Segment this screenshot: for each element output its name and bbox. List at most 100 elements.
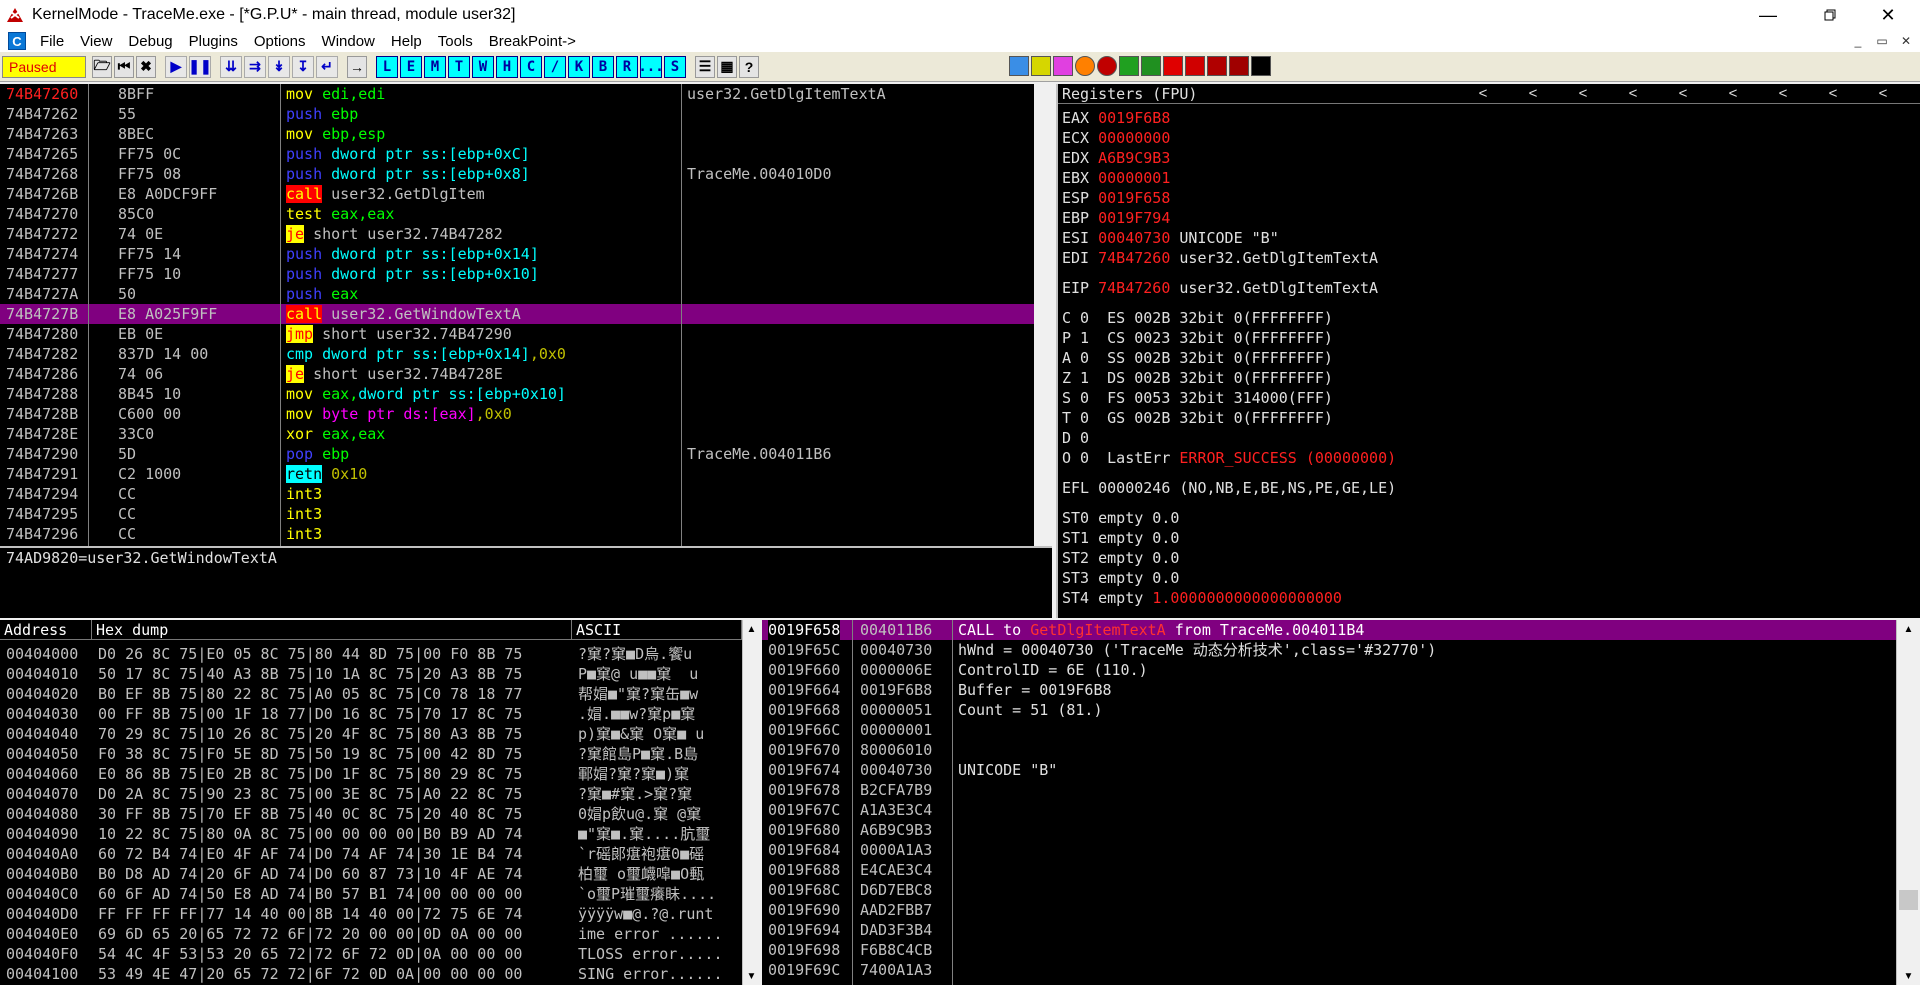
close-icon[interactable]: ✕ (1864, 0, 1912, 30)
stack-row[interactable]: 0019F678 B2CFA7B9 (762, 780, 1896, 800)
list-icon[interactable]: ☰ (695, 55, 715, 78)
stack-row[interactable]: 0019F688 E4CAE3C4 (762, 860, 1896, 880)
plugin-green-icon[interactable] (1119, 56, 1139, 76)
mdi-close-icon[interactable]: ✕ (1896, 32, 1916, 50)
plugin-love-icon[interactable] (1185, 56, 1205, 76)
plugin-calc-icon[interactable] (1141, 56, 1161, 76)
hex-dump-pane[interactable]: Address Hex dump ASCII 00404000 D0 26 8C … (0, 620, 742, 985)
disasm-row[interactable]: 74B47282 837D 14 00 cmp dword ptr ss:[ebp+… (0, 344, 1034, 364)
mdi-minimize-icon[interactable]: _ (1848, 32, 1868, 50)
disasm-row[interactable]: 74B47291 C2 1000 retn 0x10 (0, 464, 1034, 484)
register-value[interactable]: 0019F794 (1098, 209, 1170, 227)
disasm-row[interactable]: 74B47280 EB 0E jmp short user32.74B47290 (0, 324, 1034, 344)
run-trace-window-button[interactable]: ... (638, 55, 664, 78)
flag-row[interactable]: Z 1 DS 002B 32bit 0(FFFFFFFF) (1062, 368, 1912, 388)
dump-row[interactable]: 004040A0 60 72 B4 74|E0 4F AF 74|D0 74 AF… (0, 844, 742, 864)
stack-row[interactable]: 0019F65C 00040730 hWnd = 00040730 ('TraceM… (762, 640, 1896, 660)
rewind-icon[interactable]: ⏮ (114, 55, 134, 78)
dump-row[interactable]: 00404050 F0 38 8C 75|F0 5E 8D 75|50 19 8C… (0, 744, 742, 764)
close-process-icon[interactable]: ✖ (136, 55, 156, 78)
stack-scroll-thumb[interactable] (1899, 890, 1918, 910)
register-row[interactable]: ECX 00000000 (1062, 128, 1912, 148)
flag-row[interactable]: D 0 (1062, 428, 1912, 448)
plugin-decode-icon[interactable] (1229, 56, 1249, 76)
menu-breakpoint[interactable]: BreakPoint-> (481, 33, 584, 50)
plugin-yellow-icon[interactable] (1031, 56, 1051, 76)
disasm-row[interactable]: 74B47270 85C0 test eax,eax (0, 204, 1034, 224)
flag-row[interactable]: S 0 FS 0053 32bit 314000(FFF) (1062, 388, 1912, 408)
dump-row[interactable]: 00404060 E0 86 8B 75|E0 2B 8C 75|D0 1F 8C… (0, 764, 742, 784)
disasm-row[interactable]: 74B47265 FF75 0C push dword ptr ss:[ebp+0x… (0, 144, 1034, 164)
register-nav-arrow-icon[interactable]: < (1608, 84, 1658, 104)
grid-icon[interactable]: ▦ (717, 55, 737, 78)
efl-row[interactable]: EFL 00000246 (NO,NB,E,BE,NS,PE,GE,LE) (1062, 478, 1912, 498)
refresh-icon[interactable] (1009, 56, 1029, 76)
disasm-row[interactable]: 74B47288 8B45 10 mov eax,dword ptr ss:[ebp… (0, 384, 1034, 404)
disassembly-list[interactable]: 74B47260 8BFF mov edi,edi user32.GetDlgItem… (0, 84, 1034, 544)
stack-row[interactable]: 0019F66C 00000001 (762, 720, 1896, 740)
threads-window-button[interactable]: T (448, 55, 470, 78)
menu-help[interactable]: Help (383, 33, 430, 50)
run-icon[interactable]: ▶ (165, 55, 187, 78)
dump-ascii-header[interactable]: ASCII (572, 620, 742, 640)
dump-row[interactable]: 00404100 53 49 4E 47|20 65 72 72|6F 72 0D… (0, 964, 742, 984)
source-window-button[interactable]: S (664, 55, 686, 78)
disasm-row[interactable]: 74B47268 FF75 08 push dword ptr ss:[ebp+0x… (0, 164, 1034, 184)
register-nav-arrow-icon[interactable]: < (1758, 84, 1808, 104)
disasm-row[interactable]: 74B4728E 33C0 xor eax,eax (0, 424, 1034, 444)
register-value[interactable]: 00040730 (1098, 229, 1170, 247)
fpu-row[interactable]: ST3 empty 0.0 (1062, 568, 1912, 588)
plugin-script-icon[interactable] (1163, 56, 1183, 76)
stack-row[interactable]: 0019F68C D6D7EBC8 (762, 880, 1896, 900)
flag-row[interactable]: P 1 CS 0023 32bit 0(FFFFFFFF) (1062, 328, 1912, 348)
stack-row[interactable]: 0019F684 0000A1A3 (762, 840, 1896, 860)
register-nav-arrow-icon[interactable]: < (1808, 84, 1858, 104)
plugin-black-icon[interactable] (1251, 56, 1271, 76)
register-value[interactable]: 74B47260 (1098, 249, 1170, 267)
dump-row[interactable]: 00404080 30 FF 8B 75|70 EF 8B 75|40 0C 8C… (0, 804, 742, 824)
memory-window-button[interactable]: M (424, 55, 446, 78)
register-nav-arrow-icon[interactable]: < (1858, 84, 1908, 104)
dump-row[interactable]: 00404020 B0 EF 8B 75|80 22 8C 75|A0 05 8C… (0, 684, 742, 704)
dump-address-header[interactable]: Address (0, 620, 92, 640)
dump-row[interactable]: 004040D0 FF FF FF FF|77 14 40 00|8B 14 40… (0, 904, 742, 924)
stack-row[interactable]: 0019F668 00000051 Count = 51 (81.) (762, 700, 1896, 720)
register-nav-arrow-icon[interactable]: < (1908, 84, 1920, 104)
register-row[interactable]: EBX 00000001 (1062, 168, 1912, 188)
register-nav-arrow-icon[interactable]: < (1508, 84, 1558, 104)
menu-tools[interactable]: Tools (430, 33, 481, 50)
cpu-window-button[interactable]: C (520, 55, 542, 78)
disasm-row[interactable]: 74B47274 FF75 14 push dword ptr ss:[ebp+0x… (0, 244, 1034, 264)
stack-row[interactable]: 0019F670 80006010 (762, 740, 1896, 760)
stack-row[interactable]: 0019F698 F6B8C4CB (762, 940, 1896, 960)
stack-pane[interactable]: 0019F658 004011B6 CALL to GetDlgItemTextA … (762, 620, 1896, 985)
stack-row[interactable]: 0019F690 AAD2FBB7 (762, 900, 1896, 920)
registers-pane[interactable]: Registers (FPU) <<<<<<<<<< EAX 0019F6B8 … (1056, 84, 1920, 618)
execute-till-return-icon[interactable]: ↵ (316, 55, 338, 78)
patches-window-button[interactable]: / (544, 55, 566, 78)
menu-plugins[interactable]: Plugins (181, 33, 246, 50)
register-row[interactable]: ESP 0019F658 (1062, 188, 1912, 208)
menu-window[interactable]: Window (314, 33, 383, 50)
goto-icon[interactable]: → (347, 55, 367, 78)
mdi-restore-icon[interactable]: ▭ (1872, 32, 1892, 50)
menu-file[interactable]: File (32, 33, 72, 50)
stack-row[interactable]: 0019F680 A6B9C9B3 (762, 820, 1896, 840)
register-value[interactable]: 0019F658 (1098, 189, 1170, 207)
stack-row[interactable]: 0019F660 0000006E ControlID = 6E (110.) (762, 660, 1896, 680)
dump-row[interactable]: 00404090 10 22 8C 75|80 0A 8C 75|00 00 00… (0, 824, 742, 844)
fpu-row[interactable]: ST1 empty 0.0 (1062, 528, 1912, 548)
disasm-row[interactable]: 74B4727A 50 push eax (0, 284, 1034, 304)
dump-row[interactable]: 004040B0 B0 D8 AD 74|20 6F AD 74|D0 60 87… (0, 864, 742, 884)
register-nav-arrow-icon[interactable]: < (1658, 84, 1708, 104)
stack-row[interactable]: 0019F67C A1A3E3C4 (762, 800, 1896, 820)
modules-window-button[interactable]: E (400, 55, 422, 78)
register-row[interactable]: EDI 74B47260 user32.GetDlgItemTextA (1062, 248, 1912, 268)
open-folder-icon[interactable]: 🗁 (92, 55, 112, 78)
register-value[interactable]: 00000000 (1098, 129, 1170, 147)
stack-scroll-down-icon[interactable]: ▼ (1897, 967, 1920, 985)
dump-row[interactable]: 004040F0 54 4C 4F 53|53 20 65 72|72 6F 72… (0, 944, 742, 964)
disassembly-pane[interactable]: 74B47260 8BFF mov edi,edi user32.GetDlgItem… (0, 84, 1034, 546)
minimize-icon[interactable]: — (1744, 0, 1792, 30)
disasm-row[interactable]: 74B47262 55 push ebp (0, 104, 1034, 124)
